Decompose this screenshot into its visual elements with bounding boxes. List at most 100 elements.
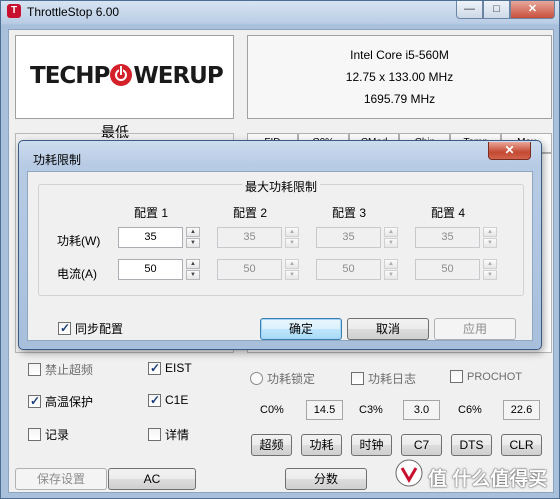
spin-up-icon[interactable]: ▲ xyxy=(285,227,299,237)
disable-turbo-label: 禁止超频 xyxy=(45,363,94,377)
sync-config-label: 同步配置 xyxy=(75,322,124,336)
checkbox-box xyxy=(58,321,71,335)
logo-wordmark: TECHP WERUP xyxy=(30,63,224,89)
checkbox-box xyxy=(148,393,161,407)
power-log-checkbox[interactable]: 功耗日志 xyxy=(351,370,416,387)
spin-up-icon[interactable]: ▲ xyxy=(285,259,299,269)
cpu-name: Intel Core i5-560M xyxy=(350,48,449,62)
power-limit-dialog: 功耗限制 ✕ 最大功耗限制 配置 1 配置 2 配置 3 配置 4 功耗(W) … xyxy=(18,140,542,350)
config-3-header: 配置 3 xyxy=(332,206,367,220)
log-checkbox[interactable]: 记录 xyxy=(28,426,69,443)
checkbox-box xyxy=(148,361,161,375)
spin-down-icon[interactable]: ▼ xyxy=(483,270,497,280)
sync-config-checkbox[interactable]: 同步配置 xyxy=(58,320,123,337)
cpu-frequency: 1695.79 MHz xyxy=(363,92,436,106)
power-button[interactable]: 功耗 xyxy=(301,434,342,456)
c7-button[interactable]: C7 xyxy=(401,434,442,456)
minimize-button[interactable]: — xyxy=(456,1,483,19)
spin-down-icon[interactable]: ▼ xyxy=(186,238,200,248)
window-title: ThrottleStop 6.00 xyxy=(27,5,120,19)
ok-button[interactable]: 确定 xyxy=(260,318,342,340)
radio-circle xyxy=(250,372,263,385)
details-checkbox[interactable]: 详情 xyxy=(148,426,189,443)
dts-button[interactable]: DTS xyxy=(451,434,492,456)
power-icon xyxy=(110,64,133,86)
spin-down-icon[interactable]: ▼ xyxy=(186,270,200,280)
power-lock-label: 功耗锁定 xyxy=(267,372,316,386)
restore-button[interactable]: □ xyxy=(483,1,510,19)
watermark-logo-icon xyxy=(395,459,423,487)
apply-button[interactable]: 应用 xyxy=(434,318,516,340)
score-button[interactable]: 分数 xyxy=(285,468,367,490)
cpu-info-panel: Intel Core i5-560M 12.75 x 133.00 MHz 16… xyxy=(247,35,552,119)
power-field-1[interactable]: 35 xyxy=(118,227,183,248)
prochot-checkbox[interactable]: PROCHOT xyxy=(450,370,522,383)
eist-label: EIST xyxy=(165,361,192,375)
current-field-4[interactable]: 50 xyxy=(415,259,480,280)
current-spinner-3[interactable]: ▲ ▼ xyxy=(384,259,398,280)
spin-down-icon[interactable]: ▼ xyxy=(384,238,398,248)
spin-up-icon[interactable]: ▲ xyxy=(384,227,398,237)
current-field-3[interactable]: 50 xyxy=(316,259,381,280)
power-spinner-1[interactable]: ▲ ▼ xyxy=(186,227,200,248)
current-spinner-4[interactable]: ▲ ▼ xyxy=(483,259,497,280)
clock-button[interactable]: 时钟 xyxy=(351,434,392,456)
power-spinner-4[interactable]: ▲ ▼ xyxy=(483,227,497,248)
bd-prochot-checkbox[interactable]: 高温保护 xyxy=(28,393,93,410)
checkbox-box xyxy=(28,394,41,408)
spin-up-icon[interactable]: ▲ xyxy=(384,259,398,269)
power-field-4[interactable]: 35 xyxy=(415,227,480,248)
group-title: 最大功耗限制 xyxy=(241,180,320,194)
config-1-header: 配置 1 xyxy=(134,206,169,220)
dialog-close-button[interactable]: ✕ xyxy=(488,142,531,160)
checkbox-box xyxy=(28,363,41,376)
config-2-header: 配置 2 xyxy=(233,206,268,220)
current-row-label: 电流(A) xyxy=(57,267,97,281)
power-field-2[interactable]: 35 xyxy=(217,227,282,248)
details-label: 详情 xyxy=(165,428,190,442)
c1e-checkbox[interactable]: C1E xyxy=(148,393,188,407)
techpowerup-logo[interactable]: TECHP WERUP xyxy=(15,35,234,119)
c3-label: C3% xyxy=(359,404,383,416)
spin-down-icon[interactable]: ▼ xyxy=(285,270,299,280)
cancel-button[interactable]: 取消 xyxy=(347,318,429,340)
log-label: 记录 xyxy=(45,428,70,442)
power-field-3[interactable]: 35 xyxy=(316,227,381,248)
bd-prochot-label: 高温保护 xyxy=(45,395,94,409)
checkbox-box xyxy=(450,370,463,383)
current-spinner-1[interactable]: ▲ ▼ xyxy=(186,259,200,280)
current-field-1[interactable]: 50 xyxy=(118,259,183,280)
c6-value: 22.6 xyxy=(503,400,540,420)
dialog-title: 功耗限制 xyxy=(33,153,82,167)
disable-turbo-checkbox[interactable]: 禁止超频 xyxy=(28,361,93,378)
ac-button[interactable]: AC xyxy=(108,468,196,490)
c1e-label: C1E xyxy=(165,393,189,407)
spin-down-icon[interactable]: ▼ xyxy=(483,238,497,248)
save-settings-button[interactable]: 保存设置 xyxy=(15,468,107,490)
spin-up-icon[interactable]: ▲ xyxy=(186,259,200,269)
cpu-multiplier: 12.75 x 133.00 MHz xyxy=(345,70,454,84)
config-4-header: 配置 4 xyxy=(431,206,466,220)
c6-label: C6% xyxy=(458,404,482,416)
close-button[interactable]: ✕ xyxy=(510,1,555,19)
power-spinner-3[interactable]: ▲ ▼ xyxy=(384,227,398,248)
watermark: 值 什么值得买 xyxy=(386,456,556,496)
current-spinner-2[interactable]: ▲ ▼ xyxy=(285,259,299,280)
spin-down-icon[interactable]: ▼ xyxy=(384,270,398,280)
turbo-button[interactable]: 超频 xyxy=(251,434,292,456)
c3-value: 3.0 xyxy=(403,400,440,420)
power-spinner-2[interactable]: ▲ ▼ xyxy=(285,227,299,248)
c0-label: C0% xyxy=(260,404,284,416)
spin-up-icon[interactable]: ▲ xyxy=(186,227,200,237)
eist-checkbox[interactable]: EIST xyxy=(148,361,192,375)
dialog-client-area: 最大功耗限制 配置 1 配置 2 配置 3 配置 4 功耗(W) 电流(A) 3… xyxy=(27,171,533,341)
spin-up-icon[interactable]: ▲ xyxy=(483,227,497,237)
spin-down-icon[interactable]: ▼ xyxy=(285,238,299,248)
current-field-2[interactable]: 50 xyxy=(217,259,282,280)
power-row-label: 功耗(W) xyxy=(57,234,101,248)
spin-up-icon[interactable]: ▲ xyxy=(483,259,497,269)
title-bar: T ThrottleStop 6.00 — □ ✕ xyxy=(1,1,560,23)
power-lock-radio[interactable]: 功耗锁定 xyxy=(250,370,315,387)
clr-button[interactable]: CLR xyxy=(501,434,542,456)
app-icon: T xyxy=(7,4,21,18)
